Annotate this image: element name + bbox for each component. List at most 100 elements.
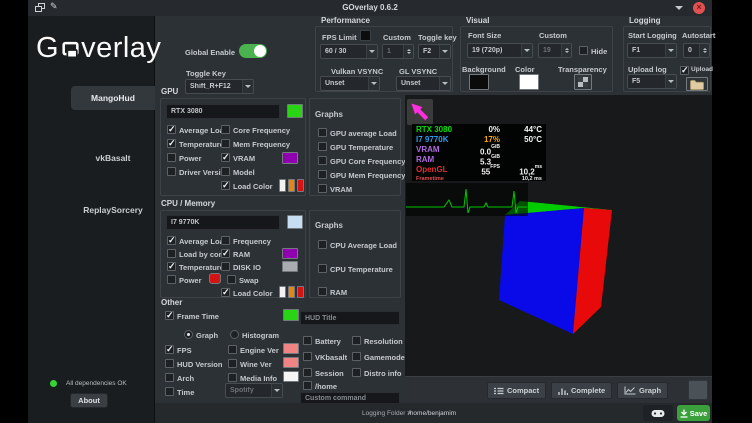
transparency-button[interactable] [574, 74, 592, 90]
toggle-key-label: Toggle Key [186, 69, 226, 78]
font-custom-spinner[interactable]: 19 [538, 43, 572, 58]
gpu-vram-color-swatch[interactable] [282, 152, 298, 164]
about-button[interactable]: About [70, 393, 108, 408]
graph-gpu-average-load-checkbox[interactable] [318, 128, 327, 137]
engine-ver-checkbox[interactable] [228, 345, 237, 354]
disk-io-color-swatch[interactable] [282, 261, 298, 272]
wine-ver-color-swatch[interactable] [283, 357, 299, 368]
graph-gpu-temperature-checkbox[interactable] [318, 142, 327, 151]
gpu-driver-version-checkbox[interactable] [167, 167, 176, 176]
text-color-swatch[interactable] [519, 74, 539, 90]
fps-limit-select[interactable]: 60 / 30 [320, 44, 378, 59]
top-config-strip: Global Enable Toggle Key Shift_R+F12 Per… [155, 16, 712, 85]
sidebar-tab-replaysorcery[interactable]: ReplaySorcery [71, 198, 155, 222]
graph-gpu-core-frequency-checkbox[interactable] [318, 156, 327, 165]
compact-preset-button[interactable]: Compact [487, 382, 546, 399]
time-checkbox[interactable] [165, 387, 174, 396]
frame-time-checkbox[interactable] [165, 311, 174, 320]
hud-ms-value: 10,2ms [500, 165, 542, 175]
gpu-mem-frequency-checkbox[interactable] [221, 139, 230, 148]
frame-time-color-swatch[interactable] [283, 309, 299, 321]
preview-corner-button[interactable] [688, 380, 708, 400]
cpu-average-load-checkbox[interactable] [167, 236, 176, 245]
engine-ver-color-swatch[interactable] [283, 343, 299, 354]
cpu-load-by-core-checkbox[interactable] [167, 249, 176, 258]
gpu-temperature-checkbox[interactable] [167, 139, 176, 148]
vkbasalt-checkbox[interactable] [303, 352, 312, 361]
spinner-arrows-icon[interactable] [403, 45, 413, 58]
hud-version-checkbox[interactable] [165, 359, 174, 368]
graph-vram-checkbox[interactable] [318, 184, 327, 193]
gpu-load-color-high-swatch[interactable] [297, 179, 304, 192]
fps-checkbox[interactable] [165, 345, 174, 354]
logging-folder-path[interactable]: /home/benjamim [408, 410, 456, 417]
cpu-load-color-low-swatch[interactable] [279, 286, 286, 298]
font-size-select[interactable]: 19 (720p) [467, 43, 533, 58]
close-button[interactable]: × [693, 2, 705, 14]
battery-checkbox[interactable] [303, 336, 312, 345]
save-button[interactable]: Save [677, 405, 710, 421]
sidebar-tab-vkbasalt[interactable]: vkBasalt [71, 146, 155, 170]
media-info-color-swatch[interactable] [283, 371, 299, 382]
histogram-radio[interactable] [230, 330, 239, 339]
swap-checkbox[interactable] [227, 275, 236, 284]
start-logging-select[interactable]: F1 [627, 43, 677, 58]
gpu-color-swatch[interactable] [287, 104, 303, 118]
gamepad-icon [651, 409, 665, 418]
ram-checkbox[interactable] [221, 249, 230, 258]
background-color-swatch[interactable] [469, 74, 489, 90]
global-enable-toggle[interactable] [239, 44, 267, 58]
graph-radio[interactable] [184, 330, 193, 339]
gamemode-checkbox[interactable] [352, 352, 361, 361]
complete-preset-button[interactable]: Complete [551, 382, 612, 399]
cpu-name-input[interactable]: I7 9770K [166, 215, 280, 230]
sidebar-tab-mangohud[interactable]: MangoHud [71, 86, 155, 110]
graph-ram-checkbox[interactable] [318, 287, 327, 296]
arch-checkbox[interactable] [165, 373, 174, 382]
home-checkbox[interactable] [303, 381, 312, 390]
cpu-load-color-high-swatch[interactable] [297, 286, 304, 298]
cpu-load-color-checkbox[interactable] [221, 288, 230, 297]
graph-preset-button[interactable]: Graph [617, 382, 668, 399]
session-checkbox[interactable] [303, 368, 312, 377]
shade-window-icon[interactable] [675, 6, 683, 14]
cpu-frequency-checkbox[interactable] [221, 236, 230, 245]
graph-gpu-mem-frequency-checkbox[interactable] [318, 170, 327, 179]
graph-cpu-average-load-checkbox[interactable] [318, 240, 327, 249]
gpu-power-checkbox[interactable] [167, 153, 176, 162]
upload-log-select[interactable]: F5 [627, 74, 677, 89]
media-player-select[interactable]: Spotify [225, 383, 283, 398]
wine-ver-checkbox[interactable] [228, 359, 237, 368]
hide-checkbox[interactable] [579, 46, 588, 55]
hud-title-input[interactable]: HUD Title [300, 311, 400, 325]
perf-toggle-key-select[interactable]: F2 [418, 44, 451, 59]
fps-limit-checkbox[interactable] [360, 30, 371, 41]
spinner-arrows-icon[interactable] [699, 44, 709, 57]
gpu-average-load-checkbox[interactable] [167, 125, 176, 134]
folder-icon [690, 79, 704, 90]
fps-custom-spinner[interactable]: 1 [382, 44, 414, 59]
distro-info-checkbox[interactable] [352, 368, 361, 377]
gpu-load-color-mid-swatch[interactable] [288, 179, 295, 192]
upload-checkbox[interactable] [680, 66, 689, 75]
ram-color-swatch[interactable] [282, 248, 298, 259]
upload-folder-button[interactable] [686, 77, 708, 91]
cpu-color-swatch[interactable] [287, 215, 303, 229]
gpu-load-color-low-swatch[interactable] [279, 179, 286, 192]
autostart-spinner[interactable]: 0 [683, 43, 710, 58]
gamepad-button[interactable] [643, 405, 673, 421]
gpu-name-input[interactable]: RTX 3080 [166, 104, 280, 119]
resolution-checkbox[interactable] [352, 336, 361, 345]
gpu-core-frequency-checkbox[interactable] [221, 125, 230, 134]
spinner-arrows-icon[interactable] [561, 44, 571, 57]
cpu-power-color-swatch[interactable] [209, 273, 221, 284]
cpu-temperature-checkbox[interactable] [167, 262, 176, 271]
gpu-model-checkbox[interactable] [221, 167, 230, 176]
disk-io-checkbox[interactable] [221, 262, 230, 271]
gpu-load-color-checkbox[interactable] [221, 181, 230, 190]
gpu-vram-checkbox[interactable] [221, 153, 230, 162]
cpu-load-color-mid-swatch[interactable] [288, 286, 295, 298]
graph-cpu-temperature-checkbox[interactable] [318, 264, 327, 273]
cpu-power-checkbox[interactable] [167, 275, 176, 284]
media-info-checkbox[interactable] [228, 373, 237, 382]
